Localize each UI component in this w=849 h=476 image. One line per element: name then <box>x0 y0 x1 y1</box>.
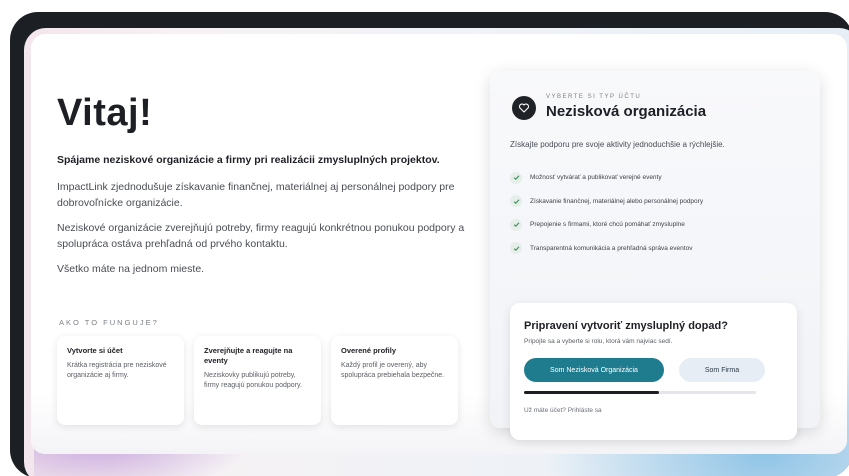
step-text: Neziskovky publikujú potreby, firmy reag… <box>204 372 302 389</box>
check-icon <box>510 195 522 208</box>
hero-paragraph-3: Všetko máte na jednom mieste. <box>57 263 205 275</box>
check-icon <box>510 171 522 184</box>
benefit-item: Získavanie finančnej, materiálnej alebo … <box>510 190 703 214</box>
panel-title: Nezisková organizácia <box>546 103 707 120</box>
cta-subtitle: Pripojte sa a vyberte si rolu, ktorá vám… <box>524 338 673 345</box>
benefit-item: Transparentná komunikácia a prehľadná sp… <box>510 237 703 261</box>
how-it-works-steps: Vytvorte si účet Krátka registrácia pre … <box>57 336 458 425</box>
step-title: Vytvorte si účet <box>67 346 123 355</box>
account-type-panel: VYBERTE SI TYP ÚČTU Nezisková organizáci… <box>490 71 820 440</box>
how-it-works-label: AKO TO FUNGUJE? <box>59 318 159 327</box>
role-buttons: Som Nezisková Organizácia Som Firma <box>524 358 783 382</box>
page-card: Vitaj! Spájame neziskové organizácie a f… <box>31 34 847 454</box>
step-title: Overené profily <box>341 346 397 355</box>
cta-card: Pripravení vytvoriť zmysluplný dopad? Pr… <box>510 303 797 440</box>
step-title: Zverejňujte a reagujte na eventy <box>204 346 293 365</box>
benefit-item: Prepojenie s firmami, ktoré chcú pomáhať… <box>510 213 703 237</box>
step-text: Krátka registrácia pre neziskové organiz… <box>67 362 167 379</box>
panel-description: Získajte podporu pre svoje aktivity jedn… <box>510 140 725 149</box>
benefit-text: Prepojenie s firmami, ktoré chcú pomáhať… <box>530 221 685 229</box>
cta-title: Pripravení vytvoriť zmysluplný dopad? <box>524 320 728 332</box>
step-card-create-account: Vytvorte si účet Krátka registrácia pre … <box>57 336 184 425</box>
benefit-item: Možnosť vytvárať a publikovať verejné ev… <box>510 166 703 190</box>
benefit-list: Možnosť vytvárať a publikovať verejné ev… <box>510 166 703 260</box>
step-text: Každý profil je overený, aby spolupráca … <box>341 362 445 379</box>
hero-lead: Spájame neziskové organizácie a firmy pr… <box>57 154 440 166</box>
hero-paragraph-2: Neziskové organizácie zverejňujú potreby… <box>57 222 465 250</box>
panel-kicker: VYBERTE SI TYP ÚČTU <box>546 94 642 100</box>
nonprofit-role-button[interactable]: Som Nezisková Organizácia <box>524 358 664 382</box>
benefit-text: Možnosť vytvárať a publikovať verejné ev… <box>530 174 662 182</box>
hero-title: Vitaj! <box>57 92 153 134</box>
benefit-text: Získavanie finančnej, materiálnej alebo … <box>530 197 704 205</box>
check-icon <box>510 218 522 231</box>
check-icon <box>510 242 522 255</box>
step-card-publish-events: Zverejňujte a reagujte na eventy Nezisko… <box>194 336 321 425</box>
hero-paragraph-1: ImpactLink zjednodušuje získavanie finan… <box>57 181 455 209</box>
progress-fill <box>524 391 659 394</box>
benefit-text: Transparentná komunikácia a prehľadná sp… <box>530 244 693 252</box>
login-link[interactable]: Už máte účet? Prihláste sa <box>524 407 783 414</box>
heart-badge-icon <box>512 96 536 120</box>
step-card-verified-profiles: Overené profily Každý profil je overený,… <box>331 336 458 425</box>
progress-track <box>524 391 756 394</box>
company-role-button[interactable]: Som Firma <box>679 358 765 382</box>
